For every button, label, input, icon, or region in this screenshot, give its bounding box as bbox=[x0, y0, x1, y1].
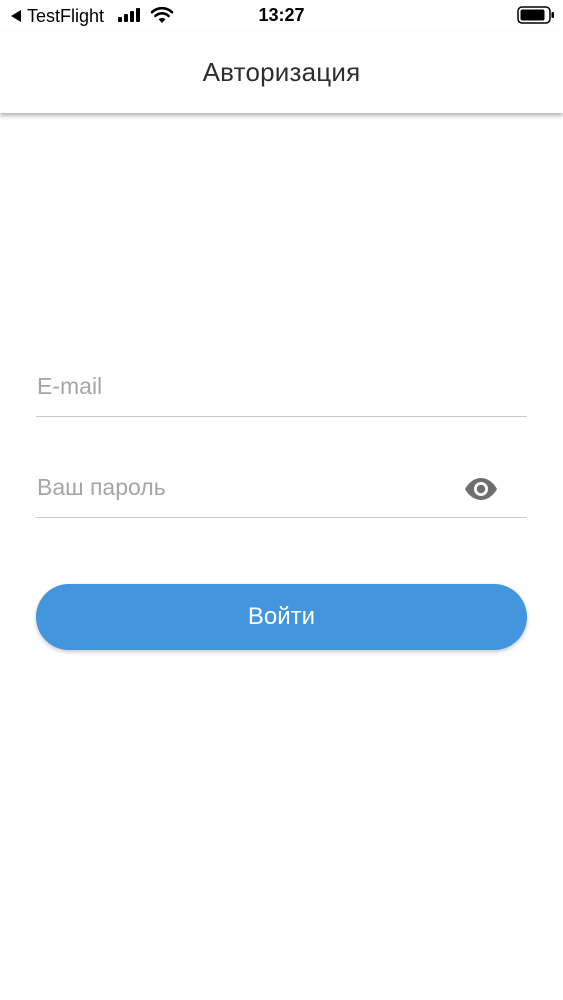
battery-icon bbox=[517, 6, 554, 24]
login-button[interactable]: Войти bbox=[36, 584, 527, 650]
login-screen: TestFlight 13:27 Авторизация E-mail Войт… bbox=[0, 0, 563, 1000]
password-field-container bbox=[36, 461, 527, 518]
password-field[interactable] bbox=[36, 461, 457, 513]
show-password-toggle[interactable] bbox=[463, 471, 499, 507]
login-button-label: Войти bbox=[247, 603, 316, 630]
page-title: Авторизация bbox=[202, 57, 361, 87]
status-bar: TestFlight 13:27 bbox=[0, 0, 563, 32]
app-header: Авторизация bbox=[0, 32, 563, 113]
email-field-container bbox=[36, 360, 527, 417]
status-time: 13:27 bbox=[258, 5, 305, 25]
eye-icon bbox=[465, 478, 497, 500]
email-field[interactable] bbox=[36, 360, 457, 412]
